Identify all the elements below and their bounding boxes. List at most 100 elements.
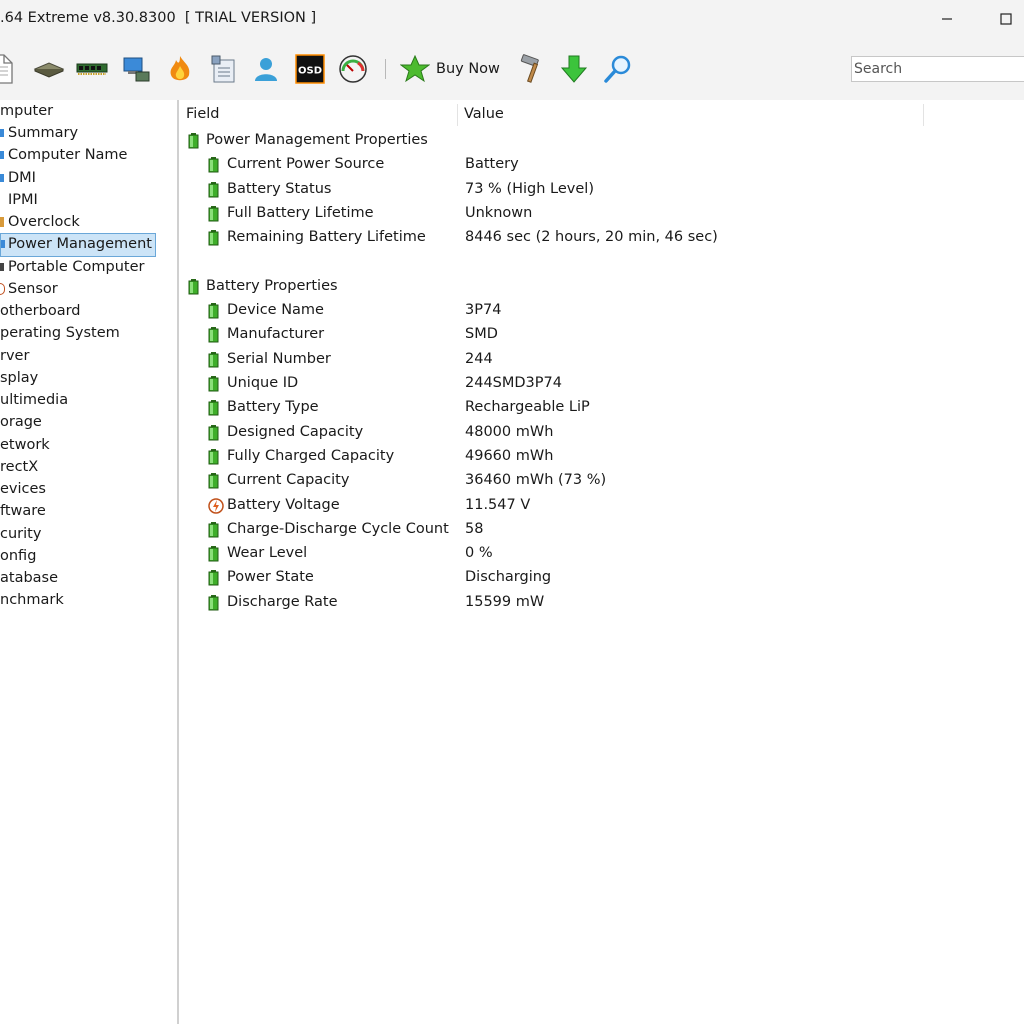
table-row[interactable]: Designed Capacity 48000 mWh [179, 420, 1024, 444]
hammer-icon [520, 54, 539, 83]
value-cell: Unknown [465, 204, 533, 221]
table-row[interactable]: Current Power Source Battery [179, 152, 1024, 176]
sensor-icon [0, 283, 5, 295]
tree-item-computer[interactable]: mputer [0, 100, 53, 122]
motherboard-button[interactable] [32, 52, 66, 86]
section-header[interactable]: Power Management Properties [179, 128, 1024, 152]
battery-icon [208, 181, 222, 198]
tree-item-portable-computer[interactable]: Portable Computer [0, 256, 144, 278]
window-title: .64 Extreme v8.30.8300 [ TRIAL VERSION ] [0, 10, 317, 26]
portable-computer-icon [0, 263, 4, 271]
tree-item-dmi[interactable]: DMI [0, 167, 36, 189]
tree-item-motherboard[interactable]: otherboard [0, 300, 81, 322]
value-cell: 244 [465, 350, 493, 367]
tools-button[interactable] [206, 52, 240, 86]
memory-button[interactable] [75, 52, 109, 86]
table-row[interactable]: Power State Discharging [179, 565, 1024, 589]
table-row[interactable]: Battery Type Rechargeable LiP [179, 395, 1024, 419]
hammer-button[interactable] [515, 52, 549, 86]
field-cell: Device Name [227, 302, 324, 319]
value-cell: 15599 mW [465, 593, 545, 610]
tree-item-overclock[interactable]: Overclock [0, 211, 80, 233]
table-row[interactable]: Serial Number 244 [179, 347, 1024, 371]
tree-item-database[interactable]: atabase [0, 567, 58, 589]
tree-item-label: rver [0, 348, 30, 364]
title-bar: .64 Extreme v8.30.8300 [ TRIAL VERSION ] [0, 0, 1024, 38]
tree-item-network[interactable]: etwork [0, 434, 50, 456]
column-header-field[interactable]: Field [186, 100, 219, 128]
star-arrow-icon [400, 55, 430, 83]
tree-item-multimedia[interactable]: ultimedia [0, 389, 68, 411]
tree-item-power-management[interactable]: Power Management [0, 233, 156, 257]
tree-item-config[interactable]: onfig [0, 545, 36, 567]
buy-now-button[interactable]: Buy Now [400, 52, 500, 86]
tree-item-operating-system[interactable]: perating System [0, 322, 120, 344]
report-button[interactable] [0, 52, 16, 86]
tree-item-label: otherboard [0, 303, 81, 319]
tree-item-label: splay [0, 370, 39, 386]
minimize-button[interactable] [932, 4, 962, 34]
tree-item-display[interactable]: splay [0, 367, 38, 389]
network-button[interactable] [120, 52, 154, 86]
tree-item-label: ftware [0, 503, 46, 519]
download-arrow-icon [560, 55, 588, 83]
memory-icon [76, 63, 108, 75]
value-cell: 36460 mWh (73 %) [465, 472, 607, 489]
battery-icon [208, 570, 222, 586]
table-row[interactable]: Battery Status 73 % (High Level) [179, 177, 1024, 201]
table-row[interactable]: Manufacturer SMD [179, 322, 1024, 346]
field-cell: Wear Level [227, 545, 308, 562]
value-cell: Discharging [465, 569, 552, 586]
field-cell: Manufacturer [227, 326, 325, 343]
battery-icon [208, 157, 222, 173]
table-row[interactable]: Remaining Battery Lifetime 8446 sec (2 ho… [179, 225, 1024, 249]
download-button[interactable] [557, 52, 591, 86]
field-cell: Charge-Discharge Cycle Count [227, 520, 449, 537]
table-row[interactable]: Charge-Discharge Cycle Count 58 [179, 517, 1024, 541]
tree-item-security[interactable]: curity [0, 523, 41, 545]
table-row[interactable]: Device Name 3P74 [179, 298, 1024, 322]
benchmark-button[interactable] [336, 52, 370, 86]
search-input[interactable] [852, 57, 1014, 81]
tree-item-summary[interactable]: Summary [0, 122, 78, 144]
tree-item-directx[interactable]: rectX [0, 456, 38, 478]
table-row[interactable]: Unique ID 244SMD3P74 [179, 371, 1024, 395]
column-separator[interactable] [923, 104, 924, 126]
table-row[interactable]: Wear Level 0 % [179, 541, 1024, 565]
tree-item-server[interactable]: rver [0, 345, 29, 367]
motherboard-icon [33, 62, 65, 78]
table-row[interactable]: Current Capacity 36460 mWh (73 %) [179, 468, 1024, 492]
tree-item-label: rectX [0, 459, 39, 475]
table-row[interactable]: Fully Charged Capacity 49660 mWh [179, 444, 1024, 468]
search-box[interactable] [851, 56, 1024, 82]
tree-item-storage[interactable]: orage [0, 411, 42, 433]
flame-button[interactable] [163, 52, 197, 86]
tree-item-devices[interactable]: evices [0, 478, 46, 500]
battery-icon [208, 521, 222, 538]
column-header-value[interactable]: Value [464, 100, 504, 128]
battery-icon [208, 424, 222, 441]
field-cell: Battery Type [227, 399, 319, 416]
maximize-button[interactable] [991, 4, 1021, 34]
column-separator[interactable] [457, 104, 458, 126]
osd-button[interactable]: OSD [293, 52, 327, 86]
field-cell: Discharge Rate [227, 593, 338, 610]
tree-item-label: IPMI [8, 192, 38, 208]
table-row[interactable]: Battery Voltage 11.547 V [179, 493, 1024, 517]
tree-item-benchmark[interactable]: nchmark [0, 589, 64, 611]
user-button[interactable] [249, 52, 283, 86]
value-cell: 58 [465, 520, 484, 537]
tree-item-label: curity [0, 526, 42, 542]
table-row[interactable]: Discharge Rate 15599 mW [179, 590, 1024, 614]
battery-icon [208, 448, 222, 465]
find-button[interactable] [601, 52, 635, 86]
tree-item-sensor[interactable]: Sensor [0, 278, 58, 300]
tree-item-software[interactable]: ftware [0, 500, 46, 522]
field-cell: Serial Number [227, 350, 331, 367]
tree-item-computer-name[interactable]: Computer Name [0, 144, 127, 166]
tree-item-ipmi[interactable]: IPMI [8, 189, 38, 211]
buy-now-label: Buy Now [436, 61, 500, 77]
battery-icon [208, 327, 222, 343]
table-row[interactable]: Full Battery Lifetime Unknown [179, 201, 1024, 225]
section-header[interactable]: Battery Properties [179, 274, 1024, 298]
